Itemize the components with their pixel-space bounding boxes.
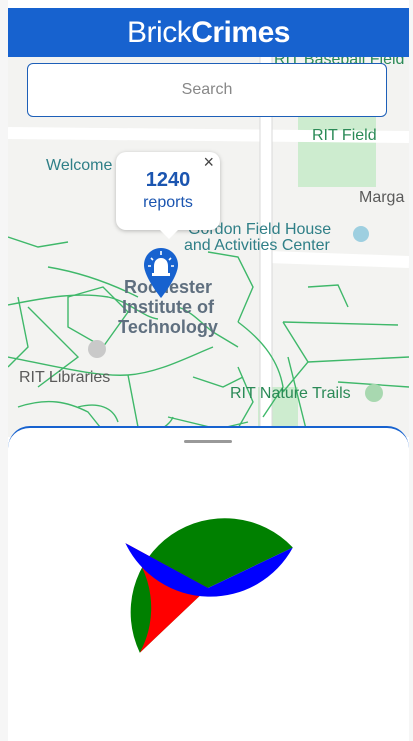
app: BrickCrimes Field Welcome RIT Field Marg…: [8, 0, 409, 741]
pie-chart: [125, 518, 293, 653]
close-icon[interactable]: ×: [203, 152, 214, 173]
map-label-campus-line3: Technology: [118, 317, 218, 337]
map-label-welcome: Welcome: [46, 157, 113, 174]
map-label-nature-trails: RIT Nature Trails: [230, 385, 351, 402]
bottom-sheet[interactable]: [8, 426, 409, 741]
alarm-pin-icon[interactable]: [143, 246, 179, 302]
app-title-light: Brick: [127, 16, 192, 49]
map-label-marga: Marga: [359, 189, 405, 206]
drag-handle[interactable]: [184, 440, 232, 443]
map-label-libraries: RIT Libraries: [19, 369, 111, 386]
report-popup: × 1240 reports: [116, 152, 220, 239]
map-label-fieldhouse-line2: and Activities Center: [184, 237, 330, 254]
map-label-rit-field: RIT Field: [312, 127, 377, 144]
app-header: BrickCrimes: [8, 8, 409, 57]
app-title-bold: Crimes: [191, 16, 290, 49]
report-unit: reports: [143, 194, 193, 211]
search-input[interactable]: Search: [27, 63, 387, 117]
